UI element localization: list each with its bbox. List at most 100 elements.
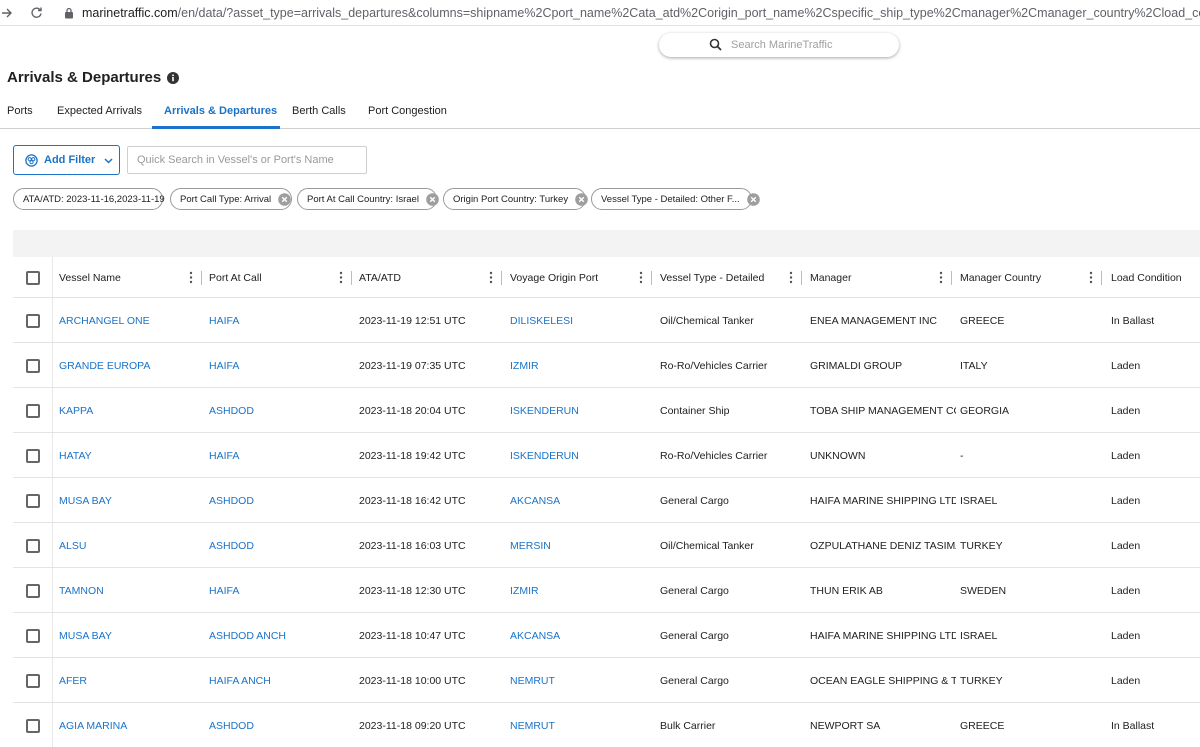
cell-vessel-name[interactable]: ARCHANGEL ONE: [59, 298, 199, 343]
cell-voyage-origin-port[interactable]: MERSIN: [510, 523, 650, 568]
column-resize-handle[interactable]: [501, 271, 502, 285]
column-menu-icon[interactable]: [339, 271, 343, 284]
remove-chip-icon[interactable]: [426, 192, 439, 206]
cell-voyage-origin-port[interactable]: ISKENDERUN: [510, 433, 650, 478]
row-checkbox[interactable]: [26, 674, 40, 688]
remove-chip-icon[interactable]: [278, 192, 291, 206]
filter-chip-port-call-type[interactable]: Port Call Type: Arrival: [170, 188, 292, 210]
row-checkbox[interactable]: [26, 359, 40, 373]
add-filter-button[interactable]: Add Filter: [13, 145, 120, 175]
cell-voyage-origin-port[interactable]: AKCANSA: [510, 478, 650, 523]
cell-port-at-call[interactable]: HAIFA: [209, 433, 349, 478]
reload-icon[interactable]: [24, 1, 48, 25]
table-row[interactable]: ALSU ASHDOD 2023-11-18 16:03 UTC MERSIN Oil/…: [13, 523, 1200, 568]
row-checkbox[interactable]: [26, 719, 40, 733]
filter-chip-ata-atd[interactable]: ATA/ATD: 2023-11-16,2023-11-19: [13, 188, 165, 210]
info-icon[interactable]: [167, 71, 180, 84]
column-resize-handle[interactable]: [801, 271, 802, 285]
remove-chip-icon[interactable]: [575, 192, 588, 206]
column-menu-icon[interactable]: [1089, 271, 1093, 284]
tab-berth-calls[interactable]: Berth Calls: [292, 105, 346, 117]
forward-arrow-icon[interactable]: [0, 1, 14, 25]
site-search-input[interactable]: Search MarineTraffic: [659, 33, 899, 57]
table-row[interactable]: KAPPA ASHDOD 2023-11-18 20:04 UTC ISKENDERU…: [13, 388, 1200, 433]
cell-voyage-origin-port[interactable]: IZMIR: [510, 568, 650, 613]
cell-port-at-call[interactable]: HAIFA: [209, 298, 349, 343]
cell-voyage-origin-port[interactable]: DILISKELESI: [510, 298, 650, 343]
row-checkbox[interactable]: [26, 629, 40, 643]
cell-port-at-call[interactable]: ASHDOD: [209, 703, 349, 747]
cell-port-at-call[interactable]: HAIFA: [209, 568, 349, 613]
column-menu-icon[interactable]: [639, 271, 643, 284]
column-header-manager[interactable]: Manager: [810, 257, 851, 298]
table-row[interactable]: AFER HAIFA ANCH 2023-11-18 10:00 UTC NEMRUT…: [13, 658, 1200, 703]
cell-port-at-call[interactable]: HAIFA ANCH: [209, 658, 349, 703]
column-menu-icon[interactable]: [489, 271, 493, 284]
cell-port-at-call[interactable]: ASHDOD: [209, 478, 349, 523]
table-row[interactable]: TAMNON HAIFA 2023-11-18 12:30 UTC IZMIR Gene…: [13, 568, 1200, 613]
column-header-port-at-call[interactable]: Port At Call: [209, 257, 262, 298]
table-row[interactable]: ARCHANGEL ONE HAIFA 2023-11-19 12:51 UTC DI…: [13, 298, 1200, 343]
cell-vessel-name[interactable]: HATAY: [59, 433, 199, 478]
row-checkbox[interactable]: [26, 449, 40, 463]
row-checkbox[interactable]: [26, 584, 40, 598]
cell-voyage-origin-port[interactable]: NEMRUT: [510, 658, 650, 703]
table-row[interactable]: AGIA MARINA ASHDOD 2023-11-18 09:20 UTC NEM…: [13, 703, 1200, 747]
tab-ports[interactable]: Ports: [7, 105, 33, 117]
filter-chip-vessel-type[interactable]: Vessel Type - Detailed: Other F...: [591, 188, 760, 210]
active-tab-indicator: [152, 126, 280, 129]
row-checkbox[interactable]: [26, 539, 40, 553]
cell-vessel-name[interactable]: ALSU: [59, 523, 199, 568]
filter-chip-origin-port-country[interactable]: Origin Port Country: Turkey: [443, 188, 588, 210]
select-all-checkbox[interactable]: [26, 271, 40, 285]
cell-vessel-name[interactable]: TAMNON: [59, 568, 199, 613]
filter-chip-port-at-call-country[interactable]: Port At Call Country: Israel: [297, 188, 439, 210]
row-checkbox[interactable]: [26, 404, 40, 418]
remove-chip-icon[interactable]: [746, 192, 760, 206]
column-resize-handle[interactable]: [1101, 271, 1102, 285]
tab-expected-arrivals[interactable]: Expected Arrivals: [57, 105, 142, 117]
cell-vessel-type: Oil/Chemical Tanker: [660, 539, 754, 552]
cell-manager-country: GREECE: [960, 719, 1005, 732]
cell-port-at-call[interactable]: HAIFA: [209, 343, 349, 388]
cell-voyage-origin-port[interactable]: IZMIR: [510, 343, 650, 388]
cell-voyage-origin-port[interactable]: NEMRUT: [510, 703, 650, 747]
table-row[interactable]: HATAY HAIFA 2023-11-18 19:42 UTC ISKENDERUN…: [13, 433, 1200, 478]
column-menu-icon[interactable]: [789, 271, 793, 284]
lock-icon[interactable]: [64, 7, 76, 19]
table-row[interactable]: MUSA BAY ASHDOD ANCH 2023-11-18 10:47 UTC A…: [13, 613, 1200, 658]
tab-port-congestion[interactable]: Port Congestion: [368, 105, 447, 117]
tab-arrivals-departures[interactable]: Arrivals & Departures: [164, 105, 277, 117]
column-header-vessel-name[interactable]: Vessel Name: [59, 257, 121, 298]
cell-manager-country: ISRAEL: [960, 629, 998, 642]
table-row[interactable]: MUSA BAY ASHDOD 2023-11-18 16:42 UTC AKCANS…: [13, 478, 1200, 523]
column-resize-handle[interactable]: [651, 271, 652, 285]
cell-vessel-name[interactable]: MUSA BAY: [59, 478, 199, 523]
column-resize-handle[interactable]: [951, 271, 952, 285]
cell-port-at-call[interactable]: ASHDOD: [209, 523, 349, 568]
column-header-voyage-origin-port[interactable]: Voyage Origin Port: [510, 257, 598, 298]
column-header-vessel-type-detailed[interactable]: Vessel Type - Detailed: [660, 257, 764, 298]
cell-voyage-origin-port[interactable]: ISKENDERUN: [510, 388, 650, 433]
cell-vessel-name[interactable]: AGIA MARINA: [59, 703, 199, 747]
cell-vessel-name[interactable]: MUSA BAY: [59, 613, 199, 658]
cell-port-at-call[interactable]: ASHDOD ANCH: [209, 613, 349, 658]
column-resize-handle[interactable]: [201, 271, 202, 285]
row-checkbox[interactable]: [26, 494, 40, 508]
cell-port-at-call[interactable]: ASHDOD: [209, 388, 349, 433]
column-header-load-condition[interactable]: Load Condition: [1111, 257, 1182, 298]
cell-vessel-name[interactable]: KAPPA: [59, 388, 199, 433]
cell-vessel-name[interactable]: GRANDE EUROPA: [59, 343, 199, 388]
quick-search-input[interactable]: Quick Search in Vessel's or Port's Name: [127, 146, 367, 174]
url-field[interactable]: marinetraffic.com/en/data/?asset_type=ar…: [82, 6, 1200, 20]
table-row[interactable]: GRANDE EUROPA HAIFA 2023-11-19 07:35 UTC IZ…: [13, 343, 1200, 388]
column-resize-handle[interactable]: [351, 271, 352, 285]
column-header-ata-atd[interactable]: ATA/ATD: [359, 257, 401, 298]
column-menu-icon[interactable]: [189, 271, 193, 284]
cell-voyage-origin-port[interactable]: AKCANSA: [510, 613, 650, 658]
cell-vessel-name[interactable]: AFER: [59, 658, 199, 703]
row-checkbox[interactable]: [26, 314, 40, 328]
cell-ata-atd: 2023-11-18 10:47 UTC: [359, 629, 466, 642]
column-menu-icon[interactable]: [939, 271, 943, 284]
column-header-manager-country[interactable]: Manager Country: [960, 257, 1041, 298]
